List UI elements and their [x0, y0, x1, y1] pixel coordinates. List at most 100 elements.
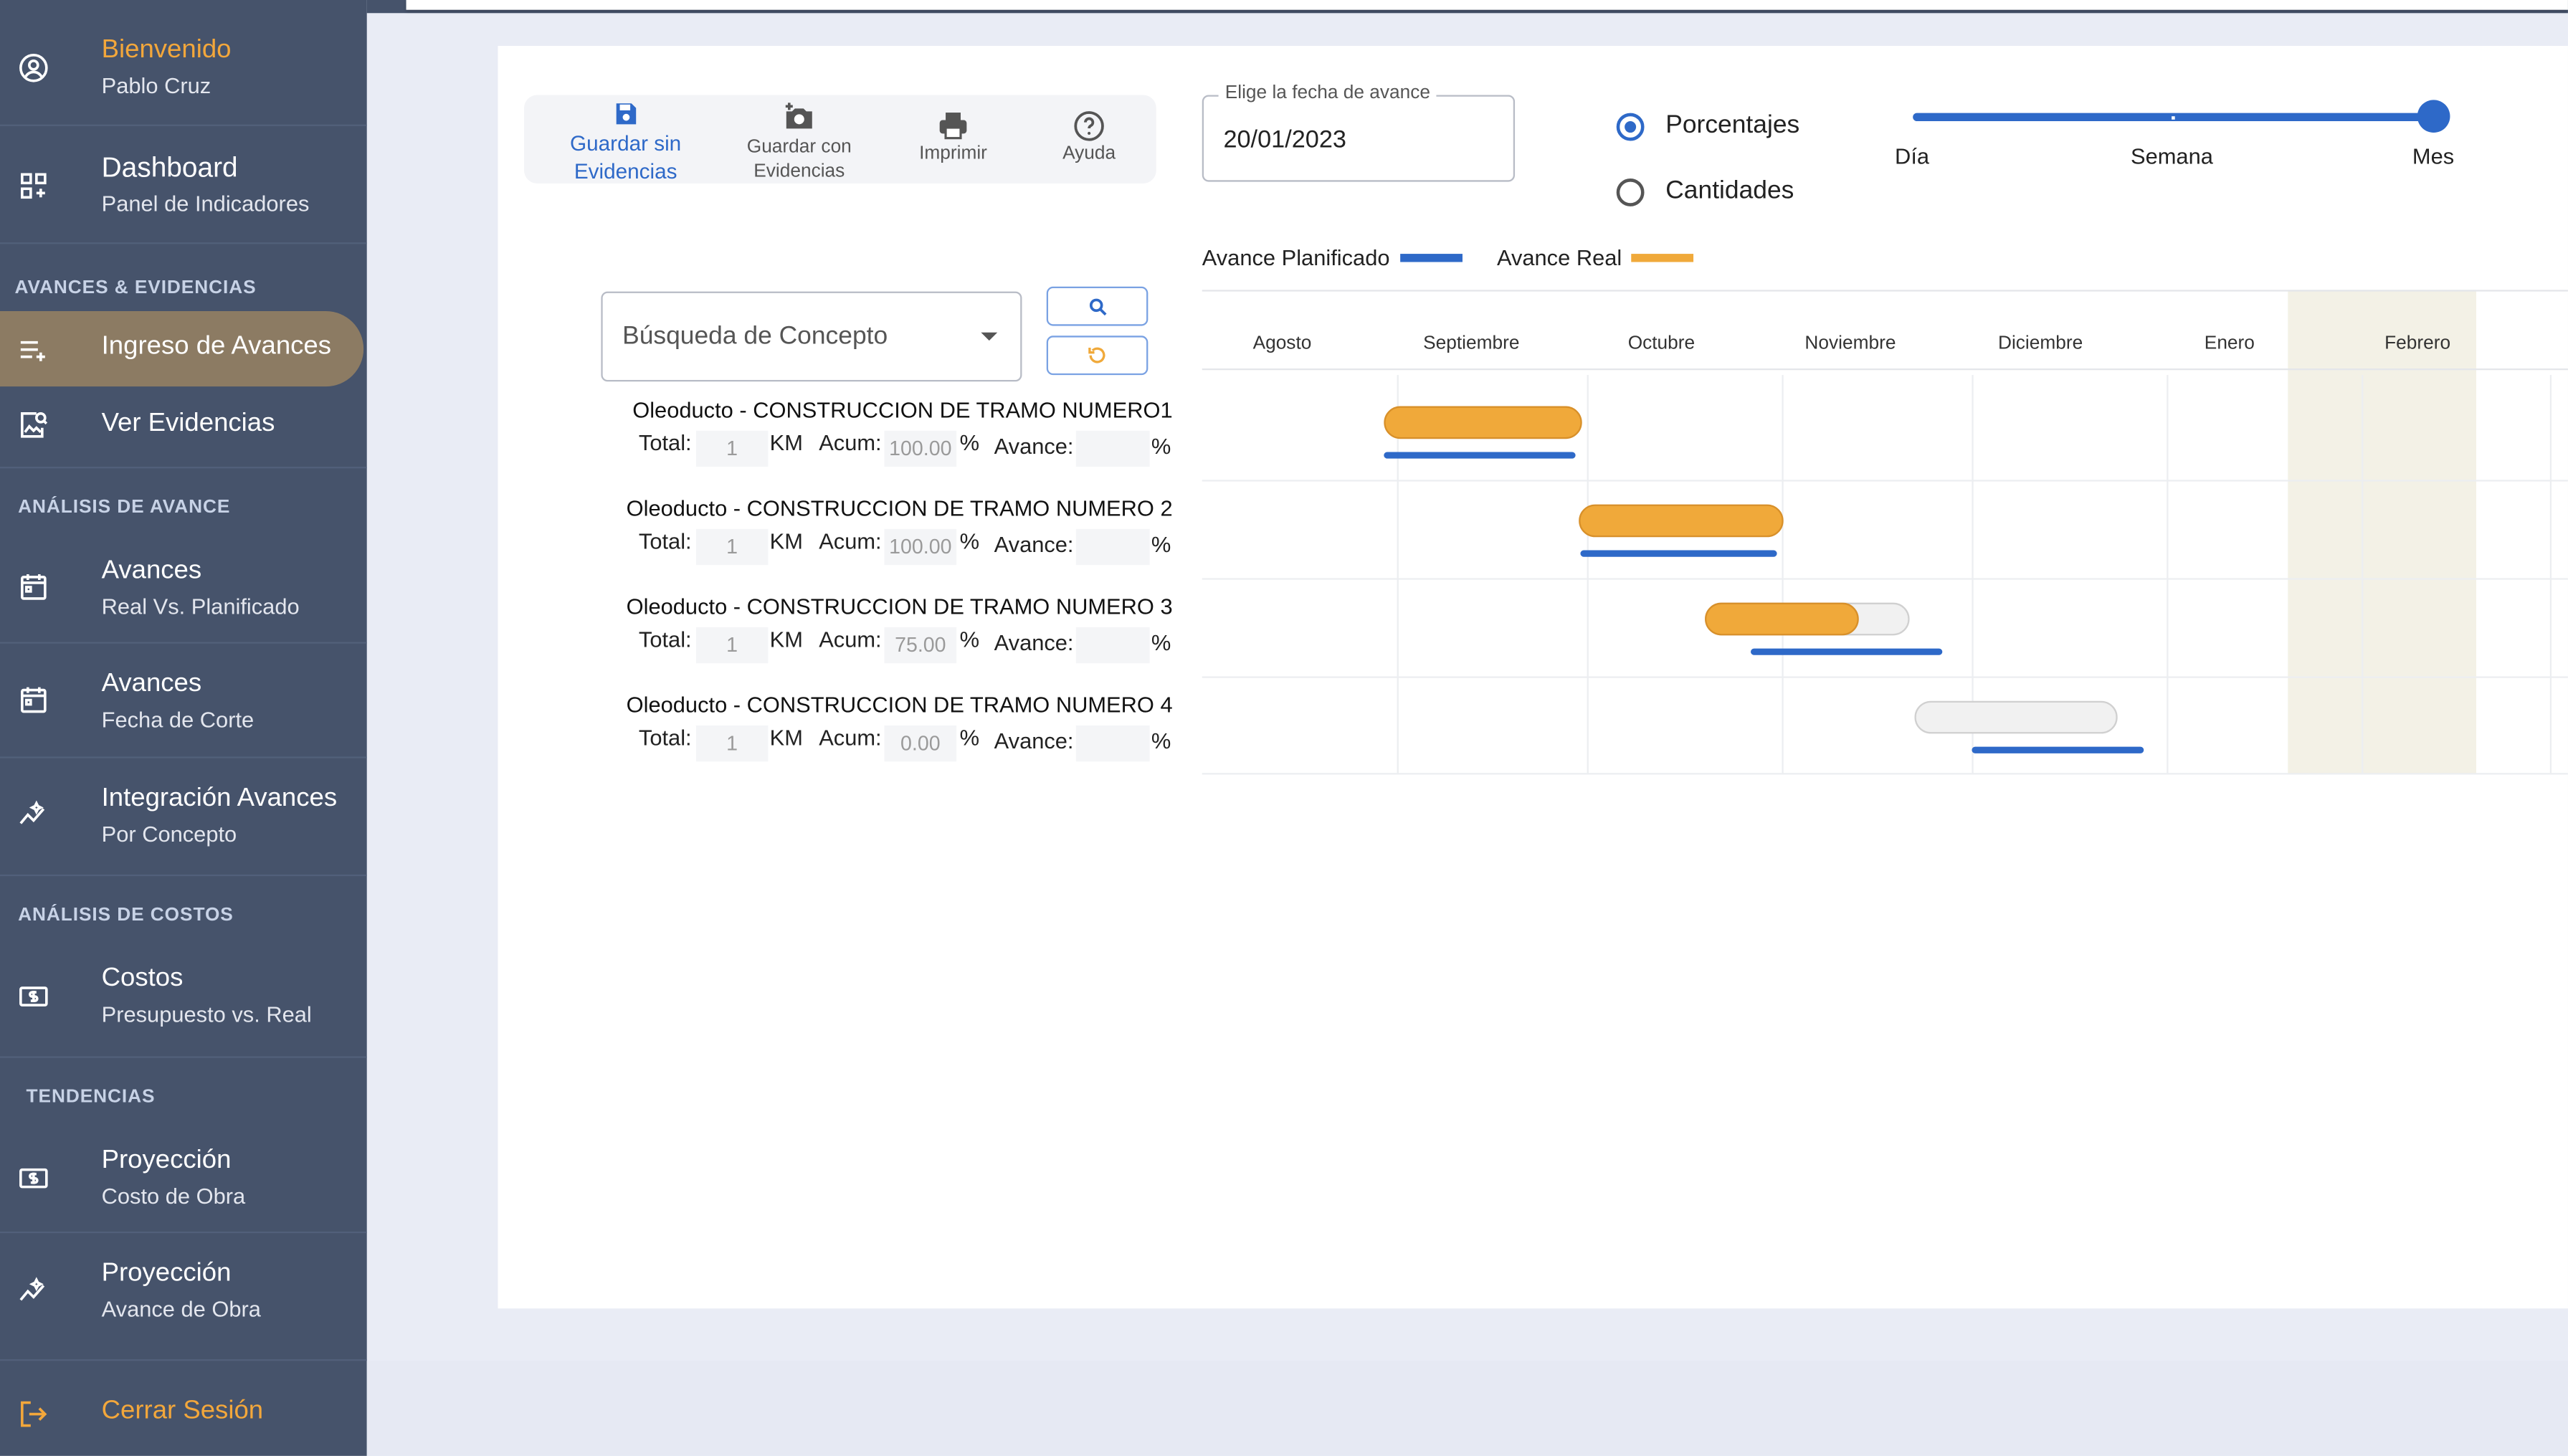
- concept-search-select[interactable]: Búsqueda de Concepto: [601, 291, 1022, 382]
- gantt-chart: Agosto Septiembre Octubre Noviembre Dici…: [1202, 290, 2568, 775]
- concept-name: Oleoducto - CONSTRUCCION DE TRAMO NUMERO…: [626, 496, 1173, 521]
- avance-label: Avance:: [994, 434, 1074, 459]
- radio-label: Porcentajes: [1665, 111, 1800, 140]
- total-input[interactable]: 1: [695, 430, 769, 467]
- logout-label: Cerrar Sesión: [101, 1396, 264, 1425]
- total-label: Total:: [638, 528, 692, 554]
- avance-input[interactable]: [1075, 430, 1150, 467]
- avance-input[interactable]: [1075, 725, 1150, 762]
- legend-planned-swatch: [1399, 254, 1463, 262]
- sidebar-item-ingreso-avances[interactable]: Ingreso de Avances: [0, 311, 367, 386]
- tb-label: Imprimir: [919, 144, 987, 164]
- save-icon: [616, 103, 637, 125]
- tb-label-line1: Guardar sin: [570, 130, 682, 156]
- gantt-month-label: Septiembre: [1423, 334, 1520, 354]
- scale-slider-tick: [2172, 116, 2175, 120]
- pct-label: %: [959, 430, 980, 456]
- acum-label: Acum:: [819, 528, 882, 554]
- sidebar-item-sublabel: Costo de Obra: [101, 1184, 246, 1209]
- gantt-bar-real[interactable]: [1705, 602, 1859, 636]
- date-field[interactable]: Elige la fecha de avance 20/01/2023: [1202, 83, 1516, 182]
- km-label: KM: [769, 430, 803, 456]
- logout-button[interactable]: Cerrar Sesión: [0, 1376, 367, 1451]
- sidebar-item-avances-corte[interactable]: Avances Fecha de Corte: [0, 663, 367, 738]
- reset-button[interactable]: [1046, 336, 1149, 376]
- sidebar-item-sublabel: Presupuesto vs. Real: [101, 1002, 312, 1027]
- tb-label-line2: Evidencias: [574, 158, 677, 184]
- gantt-bar-planned: [1751, 648, 1943, 655]
- concept-name: Oleoducto - CONSTRUCCION DE TRAMO NUMERO…: [626, 594, 1173, 619]
- sidebar-item-label: Integración Avances: [101, 784, 338, 813]
- dashboard-icon: [15, 167, 51, 203]
- chevron-down-icon: [981, 332, 998, 341]
- scale-slider-thumb[interactable]: [2417, 100, 2450, 133]
- scale-label-dia: Día: [1895, 144, 1930, 169]
- logout-icon: [15, 1395, 51, 1431]
- sidebar-item-label: Costos: [101, 964, 184, 993]
- save-with-evidence-button[interactable]: Guardar con Evidencias: [727, 95, 871, 183]
- avance-label: Avance:: [994, 532, 1074, 557]
- gantt-bar-planned: [1384, 452, 1576, 459]
- avance-input[interactable]: [1075, 528, 1150, 566]
- sidebar-item-sublabel: Avance de Obra: [101, 1297, 261, 1322]
- acum-input[interactable]: 75.00: [884, 627, 957, 664]
- search-placeholder: Búsqueda de Concepto: [622, 323, 888, 351]
- gantt-month-label: Febrero: [2384, 334, 2451, 354]
- avance-input[interactable]: [1075, 627, 1150, 664]
- toolbar: Guardar sin Evidencias Guardar con Evide…: [524, 95, 1156, 184]
- km-label: KM: [769, 725, 803, 751]
- calendar-icon: [15, 568, 51, 604]
- acum-input[interactable]: 0.00: [884, 725, 957, 762]
- gantt-bar-track[interactable]: [1914, 700, 2118, 734]
- sidebar-item-proyeccion-costo[interactable]: Proyección Costo de Obra: [0, 1140, 367, 1215]
- sidebar-item-label: Dashboard: [101, 152, 238, 184]
- sidebar-item-proyeccion-avance[interactable]: Proyección Avance de Obra: [0, 1253, 367, 1328]
- legend-real-label: Avance Real: [1496, 245, 1622, 270]
- save-without-evidence-button[interactable]: Guardar sin Evidencias: [552, 95, 700, 184]
- total-input[interactable]: 1: [695, 725, 769, 762]
- acum-input[interactable]: 100.00: [884, 430, 957, 467]
- gantt-bar-planned: [1580, 550, 1777, 557]
- gantt-current-period: [2288, 290, 2477, 775]
- search-icon: [1088, 298, 1106, 315]
- image-search-icon: [15, 406, 51, 442]
- top-bar-surface: [406, 0, 2568, 10]
- gantt-bar-real[interactable]: [1384, 406, 1582, 439]
- gantt-bar-planned: [1972, 746, 2144, 753]
- gantt-bar-real[interactable]: [1579, 504, 1784, 538]
- sidebar-item-integracion[interactable]: Integración Avances Por Concepto: [0, 778, 367, 853]
- gantt-month-label: Agosto: [1252, 334, 1312, 354]
- pct-label: %: [959, 528, 980, 554]
- concept-name: Oleoducto - CONSTRUCCION DE TRAMO NUMERO…: [632, 398, 1173, 423]
- help-icon: [1074, 111, 1104, 141]
- add-photo-icon: [785, 103, 812, 129]
- sidebar-item-avances-real[interactable]: Avances Real Vs. Planificado: [0, 551, 367, 626]
- total-label: Total:: [638, 430, 692, 456]
- legend-planned: Avance Planificado: [1202, 245, 1463, 270]
- date-value: 20/01/2023: [1223, 125, 1346, 154]
- radio-cantidades[interactable]: Cantidades: [1616, 177, 1794, 206]
- legend-real-swatch: [1631, 254, 1694, 262]
- section-analisis-avance: ANÁLISIS DE AVANCE: [18, 498, 231, 518]
- auto-graph-icon: [15, 796, 51, 832]
- pct-label: %: [1151, 532, 1171, 557]
- help-button[interactable]: Ayuda: [1048, 95, 1130, 183]
- total-input[interactable]: 1: [695, 627, 769, 664]
- total-input[interactable]: 1: [695, 528, 769, 566]
- radio-porcentajes[interactable]: Porcentajes: [1616, 111, 1800, 141]
- sidebar-item-costos[interactable]: Costos Presupuesto vs. Real: [0, 958, 367, 1033]
- sidebar-profile[interactable]: Bienvenido Pablo Cruz: [0, 29, 367, 105]
- section-analisis-costos: ANÁLISIS DE COSTOS: [18, 905, 234, 926]
- acum-input[interactable]: 100.00: [884, 528, 957, 566]
- sidebar-item-dashboard[interactable]: Dashboard Panel de Indicadores: [0, 148, 367, 223]
- legend-real: Avance Real: [1497, 246, 1694, 270]
- user-name: Pablo Cruz: [101, 73, 211, 99]
- section-tendencias: TENDENCIAS: [26, 1087, 156, 1108]
- print-button[interactable]: Imprimir: [904, 95, 1002, 183]
- search-button[interactable]: [1046, 286, 1149, 326]
- sidebar-item-label: Avances: [101, 670, 202, 698]
- sidebar-item-ver-evidencias[interactable]: Ver Evidencias: [0, 386, 367, 462]
- sidebar-item-label: Proyección: [101, 1259, 232, 1288]
- legend-planned-label: Avance Planificado: [1202, 245, 1390, 270]
- playlist-add-icon: [15, 330, 51, 366]
